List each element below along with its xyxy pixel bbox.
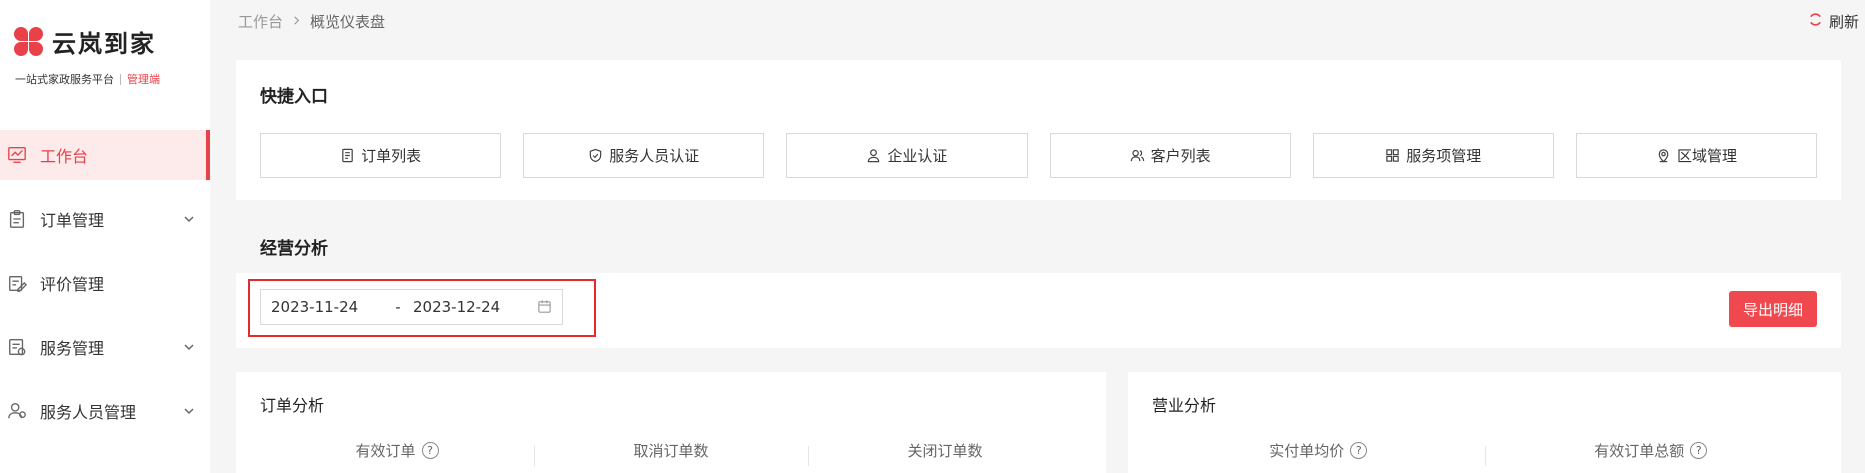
order-list-button[interactable]: 订单列表 xyxy=(260,133,502,178)
order-analysis-panel: 订单分析 有效订单 ? 取消订单数 关闭订单数 xyxy=(236,372,1106,473)
help-icon[interactable]: ? xyxy=(1350,442,1368,459)
sidebar-item-workbench[interactable]: 工作台 xyxy=(0,130,210,180)
metric-valid-orders: 有效订单 ? xyxy=(260,440,534,461)
main-content: 工作台 概览仪表盘 刷新 快捷入口 订单列表 服务人员认证 企业认证 客户列表 … xyxy=(210,0,1865,473)
metric-label: 有效订单总额 xyxy=(1594,442,1685,460)
location-icon xyxy=(1658,149,1669,163)
quick-button-label: 服务项管理 xyxy=(1406,147,1482,165)
chevron-down-icon xyxy=(184,216,194,223)
region-management-button[interactable]: 区域管理 xyxy=(1575,133,1818,178)
topbar: 工作台 概览仪表盘 刷新 xyxy=(236,0,1859,42)
quick-button-label: 客户列表 xyxy=(1150,147,1211,165)
revenue-analysis-panel: 营业分析 实付单均价 ? 有效订单总额 ? xyxy=(1128,372,1841,473)
service-item-management-button[interactable]: 服务项管理 xyxy=(1312,133,1554,178)
metric-avg-paid-price: 实付单均价 ? xyxy=(1152,440,1485,461)
document-icon xyxy=(342,148,353,163)
metric-valid-order-total: 有效订单总额 ? xyxy=(1484,440,1818,466)
users-icon xyxy=(6,400,28,422)
sidebar-item-label: 服务人员管理 xyxy=(40,403,137,422)
brand-subtitle: 一站式家政服务平台 xyxy=(15,73,114,86)
export-details-button[interactable]: 导出明细 xyxy=(1729,291,1817,327)
app-root: 云岚到家 一站式家政服务平台 管理端 工作台 订单管理 评价管理 服务管理 服务… xyxy=(0,0,1865,473)
metric-closed-orders: 关闭订单数 xyxy=(808,440,1082,466)
help-icon[interactable]: ? xyxy=(1690,442,1708,459)
quick-entry-buttons: 订单列表 服务人员认证 企业认证 客户列表 服务项管理 区域管理 xyxy=(260,133,1818,178)
sidebar-item-label: 评价管理 xyxy=(40,275,105,294)
metric-label: 有效订单 xyxy=(355,442,416,460)
business-analysis-title: 经营分析 xyxy=(260,239,328,259)
date-end[interactable]: 2023-12-24 xyxy=(413,298,528,316)
logo-clover-icon xyxy=(12,25,46,59)
analysis-panels: 订单分析 有效订单 ? 取消订单数 关闭订单数 营业分析 实付单均价 ? 有效订… xyxy=(236,372,1841,473)
enterprise-certification-button[interactable]: 企业认证 xyxy=(786,133,1028,178)
sidebar-item-label: 工作台 xyxy=(40,147,89,166)
metric-label: 取消订单数 xyxy=(633,442,709,460)
quick-entry-title: 快捷入口 xyxy=(260,87,328,107)
breadcrumb-item-current: 概览仪表盘 xyxy=(310,12,386,31)
quick-button-label: 企业认证 xyxy=(887,147,948,165)
order-analysis-title: 订单分析 xyxy=(260,396,325,415)
user-icon xyxy=(868,149,880,163)
logo-row: 云岚到家 xyxy=(12,24,210,59)
shield-check-icon xyxy=(589,148,602,163)
sidebar-item-reviews[interactable]: 评价管理 xyxy=(0,258,210,308)
sidebar: 云岚到家 一站式家政服务平台 管理端 工作台 订单管理 评价管理 服务管理 服务… xyxy=(0,0,210,473)
breadcrumb-item-workbench[interactable]: 工作台 xyxy=(238,11,283,32)
quick-button-label: 订单列表 xyxy=(361,147,422,165)
sidebar-item-staff[interactable]: 服务人员管理 xyxy=(0,386,210,436)
metric-cancelled-orders: 取消订单数 xyxy=(534,440,808,466)
sidebar-item-label: 订单管理 xyxy=(40,211,105,230)
revenue-analysis-title: 营业分析 xyxy=(1152,396,1217,415)
clipboard-icon xyxy=(6,208,28,230)
order-metrics: 有效订单 ? 取消订单数 关闭订单数 xyxy=(260,440,1082,466)
customer-list-button[interactable]: 客户列表 xyxy=(1049,133,1291,178)
edit-note-icon xyxy=(6,272,28,294)
breadcrumb: 工作台 概览仪表盘 xyxy=(238,11,385,32)
quick-button-label: 区域管理 xyxy=(1676,147,1737,165)
refresh-button[interactable]: 刷新 xyxy=(1808,11,1859,32)
brand-divider xyxy=(120,73,121,85)
grid-icon xyxy=(1386,149,1399,162)
metric-label: 关闭订单数 xyxy=(907,442,983,460)
chevron-down-icon xyxy=(184,344,194,351)
date-range-picker[interactable]: 2023-11-24 - 2023-12-24 xyxy=(260,288,563,325)
staff-certification-button[interactable]: 服务人员认证 xyxy=(523,133,765,178)
metric-label: 实付单均价 xyxy=(1269,442,1345,460)
date-separator: - xyxy=(395,297,401,316)
sidebar-item-orders[interactable]: 订单管理 xyxy=(0,194,210,244)
quick-button-label: 服务人员认证 xyxy=(609,147,700,165)
chart-monitor-icon xyxy=(6,144,28,166)
sidebar-item-services[interactable]: 服务管理 xyxy=(0,322,210,372)
logo: 云岚到家 一站式家政服务平台 管理端 xyxy=(0,0,210,110)
help-icon[interactable]: ? xyxy=(421,442,439,459)
brand-name: 云岚到家 xyxy=(52,29,156,58)
revenue-metrics: 实付单均价 ? 有效订单总额 ? xyxy=(1152,440,1818,466)
chevron-down-icon xyxy=(184,408,194,415)
brand-role: 管理端 xyxy=(127,73,160,86)
calendar-icon xyxy=(538,300,551,313)
service-list-icon xyxy=(6,336,28,358)
date-start[interactable]: 2023-11-24 xyxy=(271,298,383,316)
quick-entry-card: 快捷入口 订单列表 服务人员认证 企业认证 客户列表 服务项管理 区域管理 xyxy=(236,60,1841,200)
date-filter-bar: 2023-11-24 - 2023-12-24 导出明细 xyxy=(236,273,1841,348)
sidebar-menu: 工作台 订单管理 评价管理 服务管理 服务人员管理 xyxy=(0,130,210,436)
brand-subtitle-row: 一站式家政服务平台 管理端 xyxy=(12,71,210,87)
users-icon xyxy=(1130,149,1144,162)
refresh-icon xyxy=(1808,12,1823,31)
sidebar-item-label: 服务管理 xyxy=(40,339,105,358)
refresh-label: 刷新 xyxy=(1828,12,1859,31)
chevron-right-icon xyxy=(291,12,302,30)
